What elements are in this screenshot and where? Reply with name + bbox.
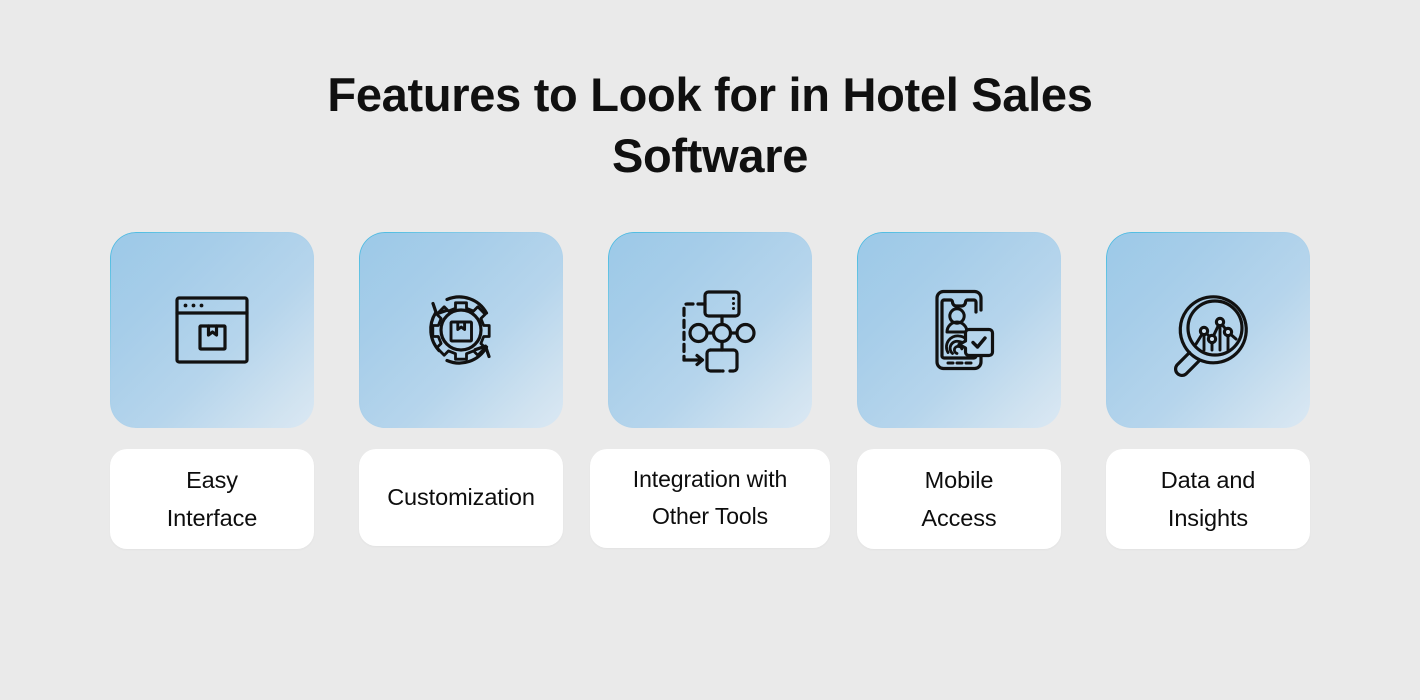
network-flowchart-icon bbox=[662, 282, 758, 378]
icon-tile-integration-with-other-tools bbox=[608, 232, 812, 428]
label-line-1: Mobile bbox=[924, 467, 994, 493]
feature-card-easy-interface[interactable]: Easy Interface bbox=[110, 232, 314, 550]
magnifier-analytics-chart-icon bbox=[1160, 282, 1256, 378]
label-line-1: Data and bbox=[1160, 467, 1256, 493]
infographic-page: Features to Look for in Hotel Sales Soft… bbox=[0, 0, 1420, 700]
mobile-fingerprint-verified-icon bbox=[911, 282, 1007, 378]
feature-label-data-and-insights: Data and Insights bbox=[1161, 461, 1256, 537]
feature-label-mobile-access: Mobile Access bbox=[921, 461, 996, 537]
label-card-customization[interactable]: Customization bbox=[359, 449, 563, 546]
page-title: Features to Look for in Hotel Sales Soft… bbox=[327, 68, 1093, 183]
label-line-2: Insights bbox=[1167, 505, 1249, 532]
feature-card-row: Easy Interface Customization Integration… bbox=[110, 232, 1310, 550]
label-line-1: Easy bbox=[186, 467, 238, 493]
icon-tile-easy-interface bbox=[110, 232, 314, 428]
label-card-integration-with-other-tools[interactable]: Integration with Other Tools bbox=[590, 449, 830, 548]
gear-refresh-box-icon bbox=[413, 282, 509, 378]
feature-label-customization: Customization bbox=[387, 484, 535, 511]
feature-label-easy-interface: Easy Interface bbox=[167, 461, 258, 537]
browser-window-box-icon bbox=[164, 282, 260, 378]
icon-tile-mobile-access bbox=[857, 232, 1061, 428]
label-card-mobile-access[interactable]: Mobile Access bbox=[857, 449, 1061, 550]
label-line-2: Interface bbox=[166, 505, 258, 532]
label-line-2: Access bbox=[921, 505, 997, 532]
feature-card-data-and-insights[interactable]: Data and Insights bbox=[1106, 232, 1310, 550]
label-line-1: Integration with bbox=[632, 466, 788, 492]
label-card-easy-interface[interactable]: Easy Interface bbox=[110, 449, 314, 550]
page-title-container: Features to Look for in Hotel Sales Soft… bbox=[0, 64, 1420, 186]
feature-card-mobile-access[interactable]: Mobile Access bbox=[857, 232, 1061, 550]
icon-tile-customization bbox=[359, 232, 563, 428]
icon-tile-data-and-insights bbox=[1106, 232, 1310, 428]
feature-card-integration-with-other-tools[interactable]: Integration with Other Tools bbox=[590, 232, 830, 548]
feature-label-integration-with-other-tools: Integration with Other Tools bbox=[633, 461, 787, 536]
feature-card-customization[interactable]: Customization bbox=[359, 232, 563, 546]
label-card-data-and-insights[interactable]: Data and Insights bbox=[1106, 449, 1310, 550]
label-line-2: Other Tools bbox=[651, 503, 769, 530]
